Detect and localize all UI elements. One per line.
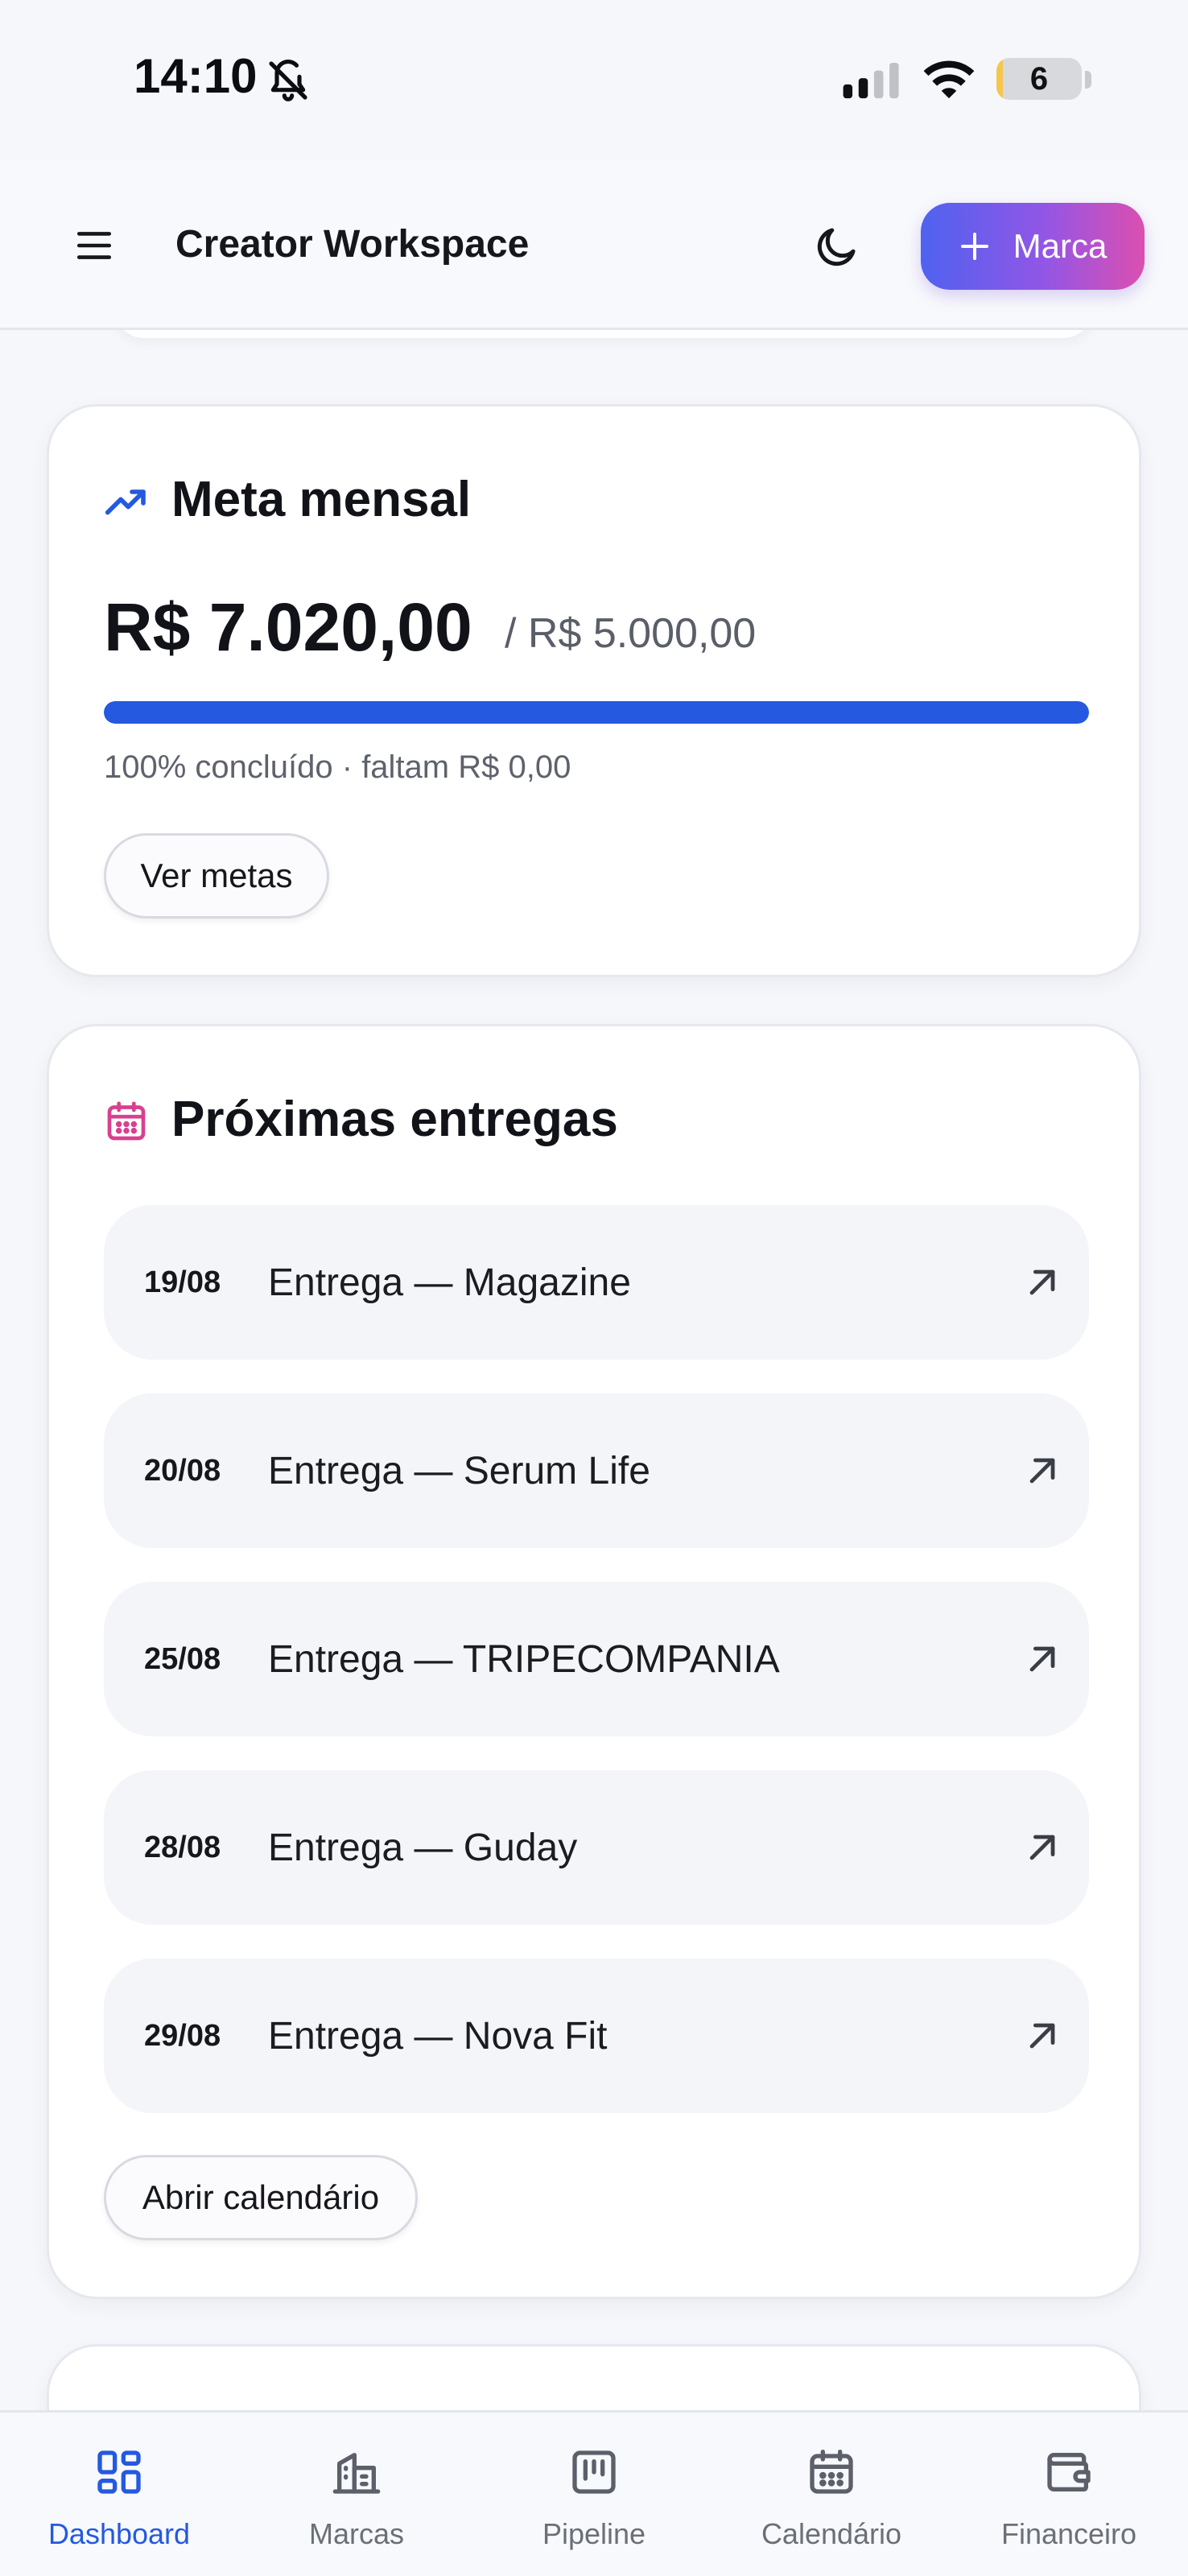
goal-amount: R$ 7.020,00 <box>104 589 472 665</box>
app-title: Creator Workspace <box>175 223 530 266</box>
plus-icon <box>960 233 988 260</box>
wifi-icon <box>923 60 975 99</box>
goal-target: / R$ 5.000,00 <box>505 610 757 657</box>
monthly-goal-card: Meta mensal R$ 7.020,00 / R$ 5.000,00 10… <box>47 404 1141 977</box>
status-time: 14:10 <box>134 49 258 103</box>
delivery-item[interactable]: 28/08 Entrega — Guday <box>104 1770 1089 1925</box>
nav-label-finance: Financeiro <box>1000 2517 1137 2550</box>
building-icon <box>332 2453 381 2494</box>
arrow-up-right-icon <box>1029 1458 1055 1484</box>
nav-label-brands: Marcas <box>308 2517 405 2550</box>
nav-item-brands[interactable]: Marcas <box>237 2413 476 2576</box>
delivery-name: Entrega — TRIPECOMPANIA <box>268 1637 780 1681</box>
calendar-icon <box>810 2450 853 2494</box>
app-header: Creator Workspace Marca <box>0 161 1188 330</box>
delivery-item[interactable]: 29/08 Entrega — Nova Fit <box>104 1959 1089 2113</box>
add-brand-label: Marca <box>1013 227 1108 265</box>
bottom-navigation: Dashboard Marcas Pipeline Calendário Fin… <box>0 2410 1188 2576</box>
hamburger-menu-icon[interactable] <box>74 225 114 266</box>
delivery-date: 19/08 <box>144 1265 221 1299</box>
delivery-date: 28/08 <box>144 1830 221 1864</box>
view-goals-button[interactable]: Ver metas <box>104 833 329 919</box>
status-bar: 14:10 6 <box>0 0 1188 161</box>
delivery-item[interactable]: 25/08 Entrega — TRIPECOMPANIA <box>104 1582 1089 1736</box>
kanban-icon <box>572 2450 616 2494</box>
goal-progress-fill <box>104 701 1089 724</box>
nav-label-pipeline: Pipeline <box>542 2517 646 2550</box>
delivery-item[interactable]: 20/08 Entrega — Serum Life <box>104 1393 1089 1548</box>
delivery-name: Entrega — Guday <box>268 1826 578 1869</box>
delivery-date: 25/08 <box>144 1641 221 1676</box>
nav-label-dashboard: Dashboard <box>47 2517 191 2550</box>
arrow-up-right-icon <box>1029 1646 1055 1672</box>
deliveries-list: 19/08 Entrega — Magazine 20/08 Entrega —… <box>104 1205 1089 2147</box>
bell-muted-icon <box>269 60 307 101</box>
arrow-up-right-icon <box>1029 2023 1055 2049</box>
dashboard-icon <box>97 2450 141 2494</box>
arrow-up-right-icon <box>1029 1835 1055 1860</box>
deliveries-title: Próximas entregas <box>171 1092 618 1147</box>
nav-item-calendar[interactable]: Calendário <box>712 2413 951 2576</box>
delivery-date: 20/08 <box>144 1453 221 1488</box>
nav-item-pipeline[interactable]: Pipeline <box>475 2413 713 2576</box>
wallet-icon <box>1047 2453 1091 2491</box>
nav-item-finance[interactable]: Financeiro <box>950 2413 1188 2576</box>
delivery-name: Entrega — Magazine <box>268 1261 631 1304</box>
goal-title: Meta mensal <box>171 472 472 527</box>
calendar-icon <box>107 1101 146 1141</box>
nav-item-dashboard[interactable]: Dashboard <box>0 2413 238 2576</box>
upcoming-deliveries-card: Próximas entregas 19/08 Entrega — Magazi… <box>47 1024 1141 2299</box>
battery-cap <box>1085 71 1091 89</box>
delivery-item[interactable]: 19/08 Entrega — Magazine <box>104 1205 1089 1360</box>
trending-up-icon <box>105 489 146 515</box>
goal-status: 100% concluído · faltam R$ 0,00 <box>104 749 571 785</box>
page: 14:10 6 Creator Workspace Marca Meta men… <box>0 0 1188 2576</box>
moon-icon[interactable] <box>813 222 861 270</box>
delivery-name: Entrega — Serum Life <box>268 1449 650 1492</box>
battery-level: 6 <box>1029 60 1049 97</box>
nav-label-calendar: Calendário <box>761 2517 902 2550</box>
delivery-name: Entrega — Nova Fit <box>268 2014 608 2058</box>
add-brand-button[interactable]: Marca <box>921 203 1145 290</box>
open-calendar-button[interactable]: Abrir calendário <box>104 2155 418 2240</box>
delivery-date: 29/08 <box>144 2018 221 2053</box>
arrow-up-right-icon <box>1029 1269 1055 1295</box>
goal-progress-bar <box>104 701 1089 724</box>
battery-indicator: 6 <box>996 58 1082 100</box>
cellular-signal-icon <box>843 63 899 99</box>
